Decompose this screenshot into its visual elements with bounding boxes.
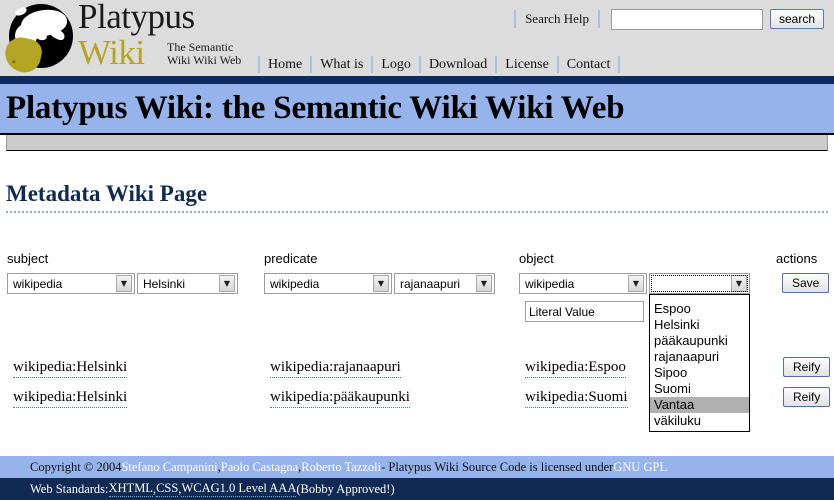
gnu-gpl-link[interactable]: GNU GPL (613, 460, 667, 475)
site-header: Platypus Wiki The Semantic Wiki Wiki Web… (0, 0, 834, 84)
triple-object-link[interactable]: wikipedia:Espoo (525, 359, 626, 378)
title-banner: Platypus Wiki: the Semantic Wiki Wiki We… (0, 84, 834, 135)
column-label-predicate: predicate (264, 251, 318, 266)
object-namespace-value: wikipedia (525, 276, 575, 291)
chevron-down-icon: ▼ (476, 275, 492, 292)
site-footer: Copyright © 2004 Stefano Campanini, Paol… (0, 456, 834, 500)
nav-item-contact[interactable]: Contact (559, 56, 621, 73)
platypus-logo-icon (1, 2, 77, 76)
predicate-namespace-value: wikipedia (270, 276, 320, 291)
xhtml-link[interactable]: XHTML (108, 481, 153, 497)
subject-namespace-value: wikipedia (13, 276, 63, 291)
dropdown-option-helsinki[interactable]: Helsinki (650, 317, 749, 333)
triple-subject-link[interactable]: wikipedia:Helsinki (13, 359, 128, 378)
chevron-down-icon: ▼ (116, 275, 132, 292)
chevron-down-icon: ▼ (373, 275, 389, 292)
object-value-dropdown-list[interactable]: Espoo Helsinki pääkaupunki rajanaapuri S… (649, 294, 750, 432)
chevron-down-icon: ▼ (731, 275, 747, 292)
nav-item-license[interactable]: License (497, 56, 559, 73)
footer-copyright-bar: Copyright © 2004 Stefano Campanini, Paol… (0, 456, 834, 478)
dropdown-option-paakaupunki[interactable]: pääkaupunki (650, 333, 749, 349)
wordmark-platypus: Platypus (78, 0, 195, 36)
triple-predicate-link[interactable]: wikipedia:rajanaapuri (270, 359, 401, 378)
dropdown-option-sipoo[interactable]: Sipoo (650, 365, 749, 381)
search-button[interactable]: search (769, 9, 824, 29)
author-link-3[interactable]: Roberto Tazzoli (301, 460, 381, 475)
license-text: - Platypus Wiki Source Code is licensed … (381, 459, 614, 474)
css-link[interactable]: CSS (156, 481, 179, 497)
chevron-down-icon: ▼ (219, 275, 235, 292)
site-title: Platypus Wiki: the Semantic Wiki Wiki We… (6, 90, 625, 126)
nav-item-logo[interactable]: Logo (373, 56, 421, 73)
column-label-actions: actions (776, 251, 818, 266)
dropdown-option-espoo[interactable]: Espoo (650, 301, 749, 317)
object-namespace-select[interactable]: wikipedia ▼ (519, 273, 647, 294)
author-link-2[interactable]: Paolo Castagna (221, 460, 298, 475)
wcag-link[interactable]: WCAG1.0 Level AAA (181, 481, 297, 497)
main-navigation: Home What is Logo Download License Conta… (258, 53, 621, 76)
literal-value-input[interactable] (525, 301, 644, 322)
chevron-down-icon: ▼ (628, 275, 644, 292)
standards-suffix: (Bobby Approved!) (296, 481, 395, 496)
author-link-1[interactable]: Stefano Campanini (121, 460, 217, 475)
metadata-form: subject predicate object actions wikiped… (6, 251, 831, 432)
object-value-select[interactable]: ▼ (649, 273, 750, 294)
logo-block[interactable]: Platypus Wiki The Semantic Wiki Wiki Web (0, 0, 256, 76)
page-title: Metadata Wiki Page (6, 181, 828, 213)
column-label-subject: subject (7, 251, 49, 266)
footer-standards-bar: Web Standards: XHTML, CSS, WCAG1.0 Level… (0, 478, 834, 500)
standards-prefix: Web Standards: (30, 481, 109, 496)
predicate-value: rajanaapuri (400, 276, 461, 291)
save-button[interactable]: Save (782, 273, 830, 293)
nav-item-home[interactable]: Home (258, 56, 313, 73)
nav-item-download[interactable]: Download (421, 56, 498, 73)
dropdown-option-vantaa[interactable]: Vantaa (650, 397, 749, 413)
reify-button[interactable]: Reify (783, 387, 831, 407)
nav-item-what-is[interactable]: What is (312, 56, 374, 73)
dropdown-option-vakiluku[interactable]: väkiluku (650, 413, 749, 429)
dropdown-option-suomi[interactable]: Suomi (650, 381, 749, 397)
triple-object-link[interactable]: wikipedia:Suomi (525, 389, 628, 408)
search-input[interactable] (610, 8, 763, 30)
tagline: The Semantic Wiki Wiki Web (167, 41, 241, 67)
column-label-object: object (519, 251, 554, 266)
path-bar (6, 135, 828, 151)
dropdown-option-rajanaapuri[interactable]: rajanaapuri (650, 349, 749, 365)
subject-namespace-select[interactable]: wikipedia ▼ (7, 273, 135, 294)
subject-value-select[interactable]: Helsinki ▼ (137, 273, 238, 294)
predicate-namespace-select[interactable]: wikipedia ▼ (264, 273, 392, 294)
subject-value: Helsinki (143, 276, 186, 291)
search-help-link[interactable]: Search Help (514, 10, 600, 28)
predicate-value-select[interactable]: rajanaapuri ▼ (394, 273, 495, 294)
copyright-prefix: Copyright © 2004 (30, 459, 122, 474)
search-area: Search Help search (514, 8, 824, 30)
triple-subject-link[interactable]: wikipedia:Helsinki (13, 389, 128, 408)
tagline-line-2: Wiki Wiki Web (167, 53, 242, 67)
reify-button[interactable]: Reify (783, 357, 831, 377)
main-content: Metadata Wiki Page subject predicate obj… (0, 181, 834, 432)
triple-predicate-link[interactable]: wikipedia:pääkaupunki (270, 389, 410, 408)
